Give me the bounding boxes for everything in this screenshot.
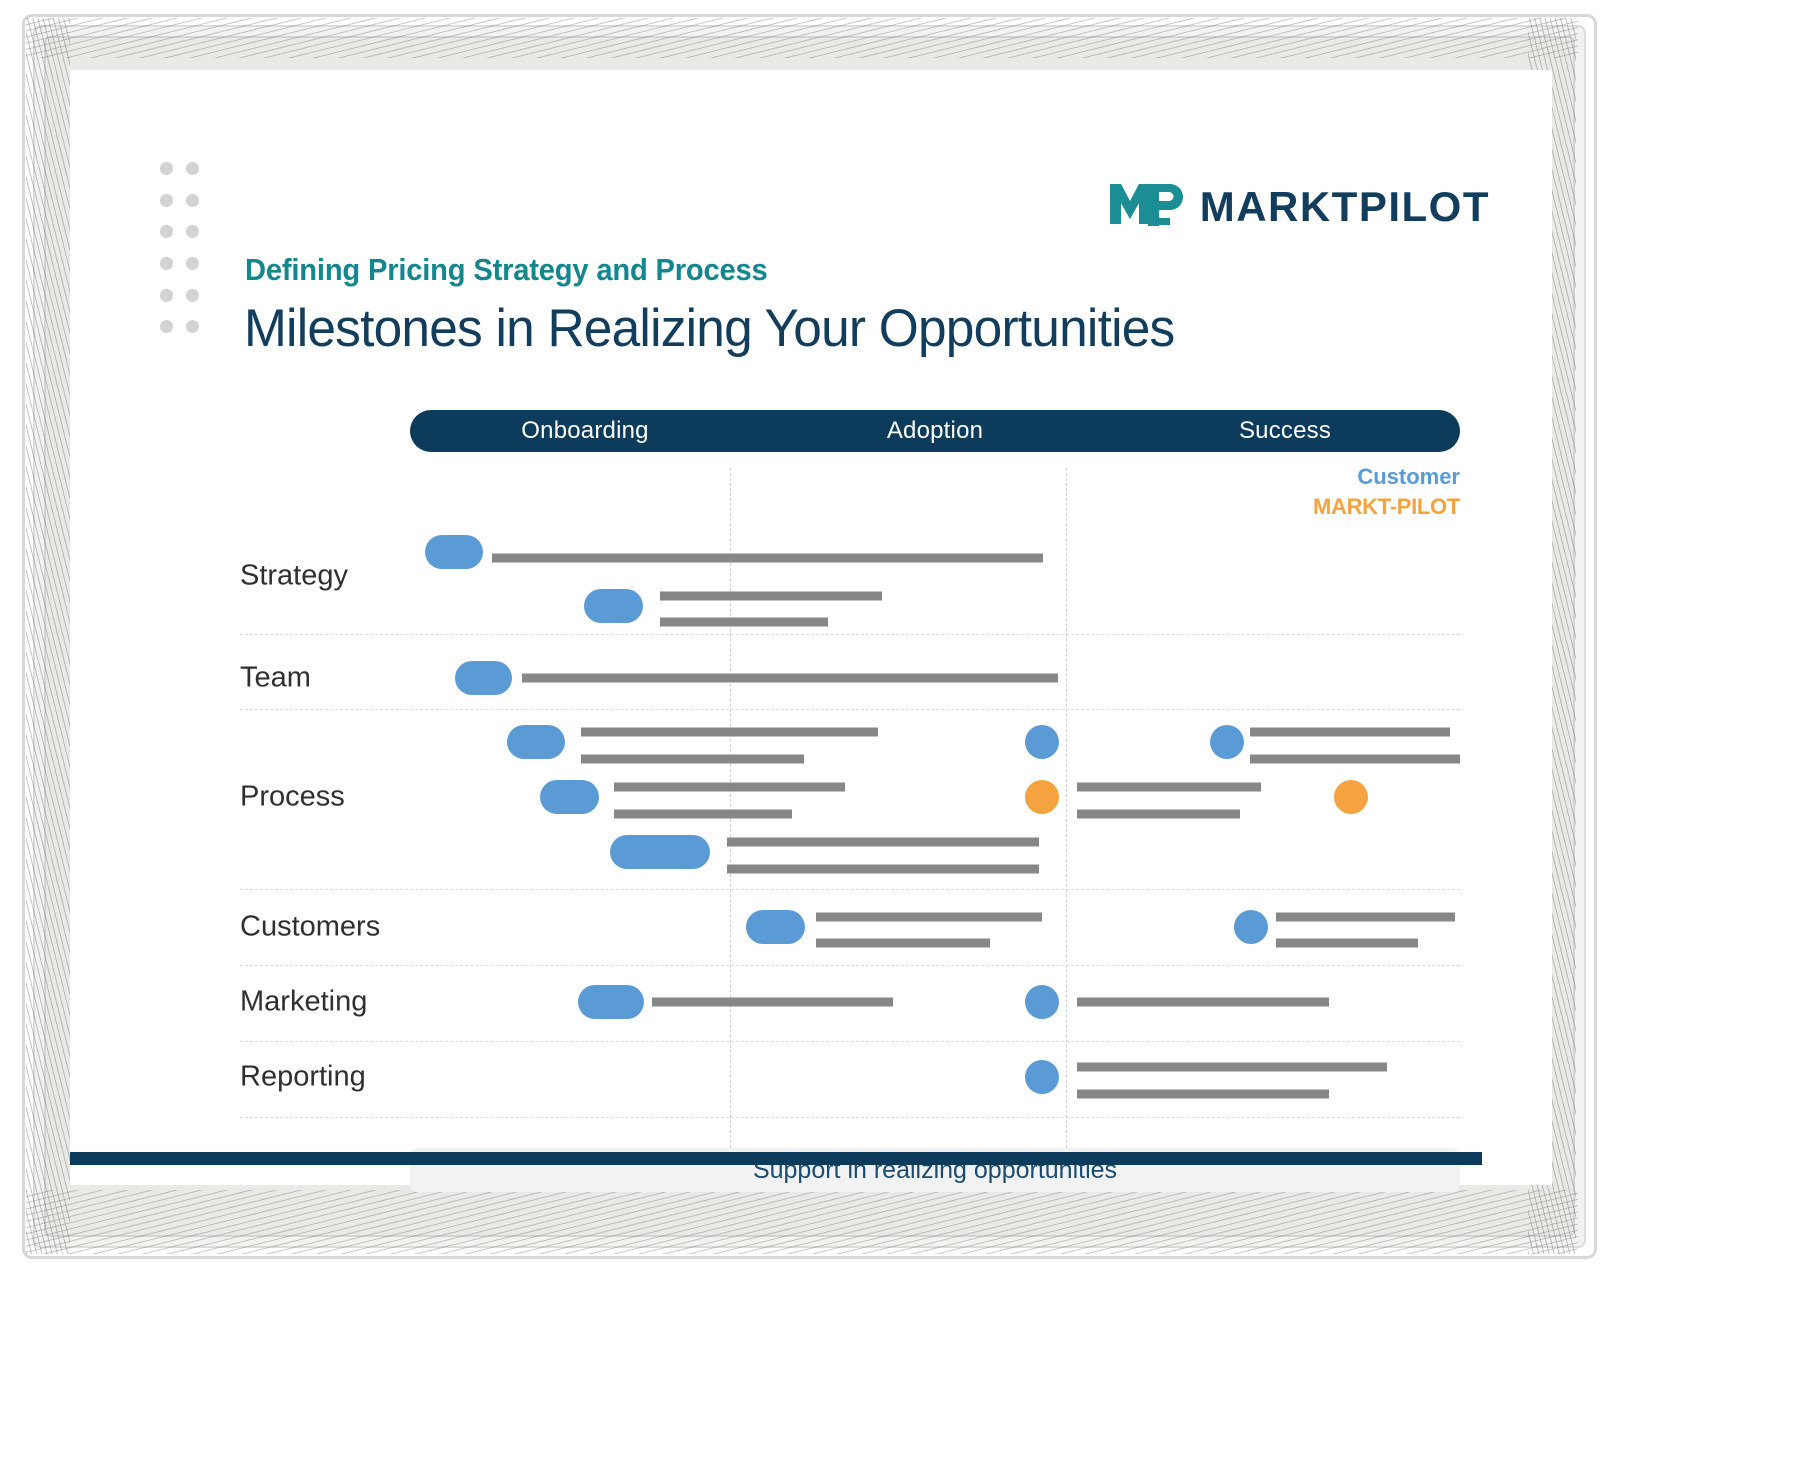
phase-label-adoption[interactable]: Adoption [760,410,1110,452]
milestone-text-bar [659,617,828,627]
grid-dot-icon [160,162,173,175]
milestone-pill-process[interactable] [540,780,599,815]
milestone-text-bar [581,727,879,737]
milestone-text-bar [613,782,845,792]
grid-dot-icon [160,225,173,239]
milestone-text-bar [1076,1089,1329,1099]
slide-canvas: MARKTPILOT Defining Pricing Strategy and… [70,70,1552,1192]
grid-dot-icon [186,288,199,302]
slide-bottom-accent [70,1152,1482,1165]
milestone-pill-team[interactable] [455,660,512,695]
row-divider [240,708,1460,710]
milestone-text-bar [816,912,1043,921]
phase-label-success[interactable]: Success [1110,410,1460,452]
grid-dot-icon [186,225,199,239]
milestone-text-bar [491,553,1044,563]
grid-dot-icon [160,193,173,207]
chart-legend: Customer MARKT-PILOT [1313,462,1460,523]
row-label-strategy: Strategy [240,559,348,592]
legend-item-markt-pilot: MARKT-PILOT [1312,494,1460,520]
grid-dot-icon [160,256,173,270]
grid-dot-icon [160,288,173,302]
mp-monogram-icon [1109,182,1184,231]
legend-item-customer: Customer [1357,464,1460,489]
row-divider [240,964,1460,966]
milestone-dot-customers[interactable] [1234,909,1269,944]
row-label-marketing: Marketing [240,985,368,1018]
row-divider [240,888,1460,890]
phase-label-onboarding[interactable]: Onboarding [410,410,760,452]
row-divider [240,633,1460,635]
page-title: Milestones in Realizing Your Opportuniti… [244,299,1175,358]
milestone-text-bar [1076,809,1240,819]
milestone-pill-strategy[interactable] [584,589,644,623]
milestone-pill-process[interactable] [506,724,566,759]
milestone-dot-process[interactable] [1334,780,1368,815]
brand-wordmark: MARKTPILOT [1199,182,1490,230]
milestone-pill-marketing[interactable] [578,985,645,1020]
row-divider [240,1116,1460,1118]
milestone-text-bar [727,837,1039,847]
milestone-text-bar [727,864,1039,874]
milestone-text-bar [522,673,1058,683]
milestone-dot-marketing[interactable] [1025,985,1060,1020]
milestone-text-bar [581,754,804,764]
milestone-text-bar [1076,782,1261,792]
dot-grid-decoration [160,162,212,352]
milestone-text-bar [1076,997,1329,1007]
brand-logo: MARKTPILOT [1109,182,1490,231]
milestone-text-bar [1076,1062,1387,1072]
row-label-customers: Customers [240,910,381,943]
milestone-dot-process[interactable] [1025,724,1060,759]
section-eyebrow: Defining Pricing Strategy and Process [245,252,768,287]
grid-dot-icon [160,320,173,334]
milestone-text-bar [651,997,893,1007]
milestone-text-bar [659,591,883,601]
grid-dot-icon [186,162,199,175]
milestone-text-bar [1276,938,1418,948]
milestone-pill-strategy[interactable] [424,535,484,570]
row-divider [240,1040,1460,1042]
milestone-text-bar [816,938,990,948]
phase-divider [1066,468,1068,1158]
milestone-text-bar [1250,727,1450,737]
milestone-dot-process[interactable] [1025,780,1060,815]
grid-dot-icon [186,256,199,270]
milestone-text-bar [1276,912,1455,921]
milestone-pill-customers[interactable] [746,909,805,944]
row-label-process: Process [240,780,345,813]
milestone-dot-process[interactable] [1210,724,1245,759]
grid-dot-icon [186,193,199,207]
milestone-text-bar [613,809,793,819]
row-label-team: Team [240,661,311,694]
phase-header-bar: Onboarding Adoption Success [410,410,1460,452]
milestone-text-bar [1250,754,1460,764]
milestone-pill-process[interactable] [609,834,711,869]
milestone-dot-reporting[interactable] [1025,1060,1060,1095]
row-label-reporting: Reporting [240,1060,366,1093]
milestone-timeline-chart: Onboarding Adoption Success Customer MARKT… [240,410,1460,1192]
grid-dot-icon [186,320,199,334]
